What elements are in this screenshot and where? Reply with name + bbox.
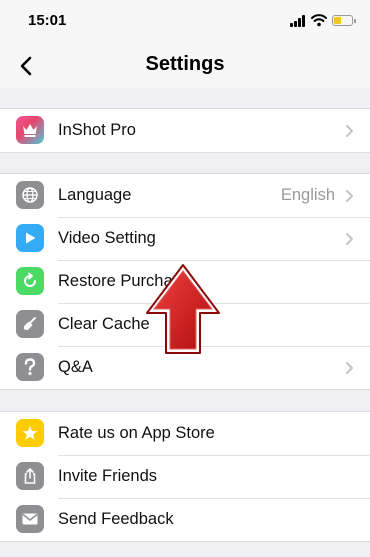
- rate-app-row[interactable]: Rate us on App Store: [0, 412, 370, 455]
- status-time: 15:01: [28, 12, 67, 29]
- row-label: Clear Cache: [58, 315, 150, 333]
- star-icon: [16, 419, 44, 447]
- language-row[interactable]: Language English: [0, 174, 370, 217]
- row-label: Language: [58, 186, 132, 204]
- globe-icon: [16, 181, 44, 209]
- chevron-right-icon: [346, 125, 353, 137]
- inshot-pro-row[interactable]: InShot Pro: [0, 109, 370, 152]
- signal-icon: [290, 15, 306, 27]
- row-label: Rate us on App Store: [58, 424, 215, 442]
- chevron-right-icon: [346, 362, 353, 374]
- settings-group-pro: InShot Pro: [0, 108, 370, 153]
- row-label: Restore Purchase: [58, 272, 191, 290]
- question-icon: [16, 353, 44, 381]
- row-label: Invite Friends: [58, 467, 158, 485]
- chevron-right-icon: [346, 190, 353, 202]
- row-label: Q&A: [58, 358, 93, 376]
- status-bar: 15:01: [0, 0, 370, 44]
- restore-icon: [16, 267, 44, 295]
- settings-group-feedback: Rate us on App Store Invite Friends Send…: [0, 411, 370, 542]
- invite-friends-row[interactable]: Invite Friends: [0, 455, 370, 498]
- restore-purchase-row[interactable]: Restore Purchase: [0, 260, 370, 303]
- page-title: Settings: [145, 53, 225, 75]
- chevron-right-icon: [346, 233, 353, 245]
- row-label: Video Setting: [58, 229, 156, 247]
- crown-icon: [16, 116, 44, 144]
- battery-icon: [332, 15, 356, 26]
- mail-icon: [16, 505, 44, 533]
- battery-fill: [334, 17, 341, 24]
- wifi-icon: [311, 14, 327, 27]
- broom-icon: [16, 310, 44, 338]
- settings-group-general: Language English Video Setting Restore P…: [0, 173, 370, 390]
- share-icon: [16, 462, 44, 490]
- qa-row[interactable]: Q&A: [0, 346, 370, 389]
- video-setting-row[interactable]: Video Setting: [0, 217, 370, 260]
- play-icon: [16, 224, 44, 252]
- status-icons: [290, 13, 356, 29]
- clear-cache-row[interactable]: Clear Cache: [0, 303, 370, 346]
- row-label: Send Feedback: [58, 510, 174, 528]
- nav-bar: Settings: [0, 44, 370, 88]
- send-feedback-row[interactable]: Send Feedback: [0, 498, 370, 541]
- row-label: InShot Pro: [58, 121, 136, 139]
- language-value: English: [280, 186, 335, 204]
